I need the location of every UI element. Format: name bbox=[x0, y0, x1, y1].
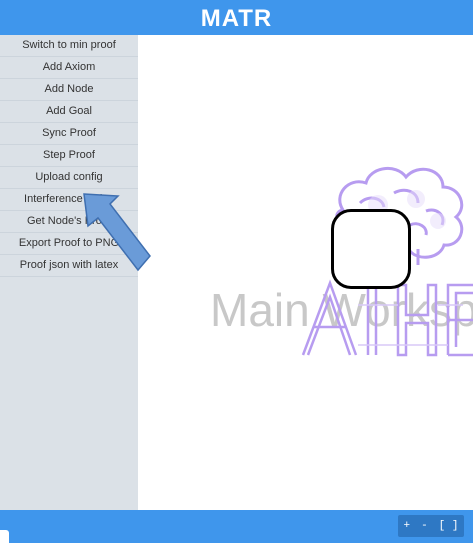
zoom-controls: + - [ ] bbox=[398, 515, 464, 537]
step-proof-button[interactable]: Step Proof bbox=[0, 145, 138, 167]
app-footer: + - [ ] bbox=[0, 510, 473, 543]
pointer-arrow-icon bbox=[83, 193, 151, 272]
main-workspace-canvas[interactable]: Main Workspace bbox=[138, 35, 473, 510]
zoom-in-button[interactable]: + bbox=[403, 520, 410, 532]
add-goal-button[interactable]: Add Goal bbox=[0, 101, 138, 123]
app-title: MATR bbox=[200, 5, 273, 32]
switch-min-proof-button[interactable]: Switch to min proof bbox=[0, 35, 138, 57]
upload-config-button[interactable]: Upload config bbox=[0, 167, 138, 189]
fit-view-button[interactable]: [ ] bbox=[439, 520, 459, 532]
footer-tab[interactable] bbox=[0, 530, 9, 543]
add-axiom-button[interactable]: Add Axiom bbox=[0, 57, 138, 79]
graph-node[interactable] bbox=[331, 209, 411, 289]
sync-proof-button[interactable]: Sync Proof bbox=[0, 123, 138, 145]
app-header: MATR bbox=[0, 0, 473, 35]
zoom-out-button[interactable]: - bbox=[421, 520, 428, 532]
add-node-button[interactable]: Add Node bbox=[0, 79, 138, 101]
